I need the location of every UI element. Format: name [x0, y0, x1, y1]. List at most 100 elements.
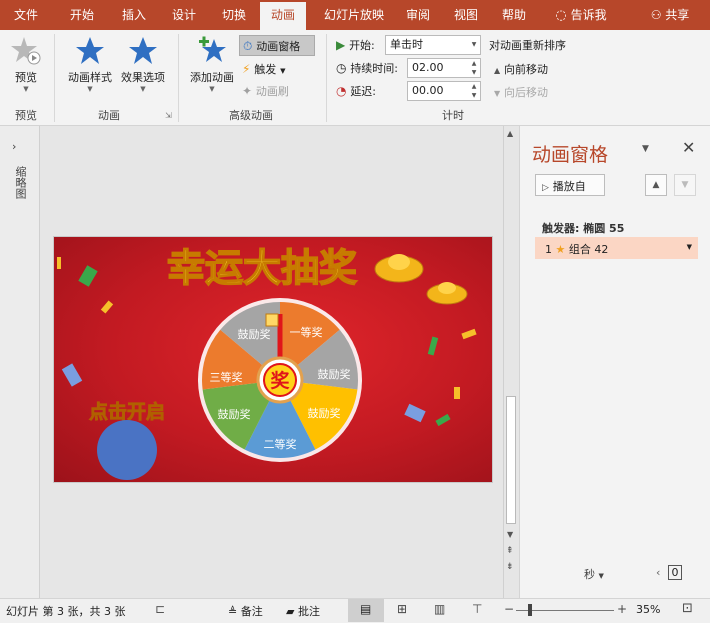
delay-label: ◔ 延迟: — [336, 83, 376, 99]
scroll-up-icon[interactable]: ▲ — [507, 129, 513, 138]
animation-pane-button[interactable]: ⏱ 动画窗格 — [239, 35, 315, 56]
zoom-in-icon[interactable]: + — [617, 602, 627, 616]
confetti-piece — [427, 336, 439, 356]
tell-me[interactable]: ◌ 告诉我 — [546, 0, 616, 30]
star-icon — [76, 37, 104, 64]
animation-painter-label: 动画刷 — [255, 85, 289, 98]
duration-label-text: 持续时间: — [350, 62, 399, 75]
trigger-lightning-icon — [265, 313, 279, 327]
move-up-icon[interactable]: ▲ — [645, 174, 667, 196]
animation-pane: 动画窗格 ▼ ✕ ▷ 播放自 ▲ ▼ 触发器: 椭圆 55 1 ★ 组合 42 … — [519, 126, 710, 598]
ribbon-tabs: 文件 开始 插入 设计 切换 动画 幻灯片放映 审阅 视图 帮助 ◌ 告诉我 ⚇… — [0, 0, 710, 30]
tab-animations[interactable]: 动画 — [260, 2, 306, 30]
chevron-down-icon[interactable]: ▼ — [687, 243, 692, 251]
move-later-button[interactable]: ▼ 向后移动 — [494, 84, 548, 100]
share-label: 共享 — [665, 8, 690, 22]
pane-options-icon[interactable]: ▼ — [642, 144, 649, 154]
chevron-down-icon: ▼ — [280, 67, 286, 75]
chevron-down-icon: ▼ — [87, 85, 93, 93]
scroll-thumb[interactable] — [506, 396, 516, 524]
triangle-down-icon: ▼ — [494, 89, 501, 98]
slide-canvas[interactable]: 一等奖 鼓励奖 鼓励奖 二等奖 鼓励奖 三等奖 鼓励奖 奖 幸运大抽奖 点击开启 — [53, 236, 493, 483]
confetti-piece — [61, 363, 83, 387]
chevron-down-icon: ▼ — [471, 41, 477, 48]
tab-slideshow[interactable]: 幻灯片放映 — [312, 0, 396, 30]
accessibility-icon[interactable]: ⊏ — [155, 602, 165, 616]
thumbnail-collapsed-panel: › 缩略图 — [0, 126, 40, 598]
share-button[interactable]: ⚇ 共享 — [640, 0, 700, 30]
confetti-piece — [461, 328, 477, 340]
tab-view[interactable]: 视图 — [446, 0, 486, 30]
group-label-timing: 计时 — [442, 109, 464, 122]
previous-slide-icon[interactable]: ⇞ — [506, 546, 514, 556]
slideshow-icon[interactable]: ⊤ — [472, 602, 482, 616]
add-animation-button[interactable]: 添加动画 ▼ — [186, 34, 238, 93]
tab-insert[interactable]: 插入 — [112, 0, 156, 30]
expand-thumbnails-icon[interactable]: › — [12, 140, 16, 153]
reading-view-icon[interactable]: ▥ — [434, 602, 445, 616]
chevron-down-icon: ▼ — [209, 85, 215, 93]
duration-label: ◷ 持续时间: — [336, 60, 398, 76]
segment-label: 鼓励奖 — [308, 406, 341, 420]
tab-transitions[interactable]: 切换 — [212, 0, 256, 30]
animation-styles-button[interactable]: 动画样式 ▼ — [64, 36, 116, 93]
segment-label: 鼓励奖 — [218, 407, 251, 421]
spinner-icon[interactable]: ▲ ▼ — [468, 59, 480, 77]
lightning-icon: ⚡ — [242, 62, 251, 76]
effect-options-button[interactable]: 效果选项 ▼ — [116, 36, 170, 93]
confetti-piece — [78, 265, 98, 287]
delay-input[interactable]: 00.00 ▲ ▼ — [407, 81, 481, 101]
separator — [326, 34, 327, 122]
delay-value: 00.00 — [412, 84, 444, 97]
seconds-dropdown[interactable]: 秒 ▼ — [584, 566, 604, 582]
confetti-piece — [100, 300, 114, 314]
trigger-button[interactable]: ⚡ 触发 ▼ — [242, 61, 285, 77]
tab-help[interactable]: 帮助 — [494, 0, 534, 30]
notes-button[interactable]: ≜ 备注 — [228, 603, 263, 619]
play-icon: ▶ — [336, 38, 346, 52]
normal-view-button[interactable]: ▤ — [348, 599, 384, 622]
next-slide-icon[interactable]: ⇟ — [506, 562, 514, 572]
move-down-icon[interactable]: ▼ — [674, 174, 696, 196]
play-from-button[interactable]: ▷ 播放自 — [535, 174, 605, 196]
add-star-icon — [199, 36, 226, 62]
start-circle-button[interactable] — [97, 420, 157, 480]
scroll-down-icon[interactable]: ▼ — [507, 530, 513, 539]
comments-button[interactable]: ▰ 批注 — [286, 603, 320, 619]
ribbon: 预览 ▼ 预览 动画样式 ▼ 效果选项 ▼ 动画 ⇲ 添加动画 ▼ ⏱ 动画窗格… — [0, 30, 710, 126]
tab-home[interactable]: 开始 — [60, 0, 104, 30]
timeline-left-icon[interactable]: ‹ — [656, 566, 660, 579]
duration-value: 02.00 — [412, 61, 444, 74]
gold-ingot-top — [388, 254, 410, 270]
thumbnails-label[interactable]: 缩略图 — [12, 166, 28, 199]
person-icon: ⚇ — [650, 8, 662, 22]
slide-vertical-scrollbar[interactable]: ▲ ▼ ⇞ ⇟ — [503, 126, 518, 598]
gold-ingot-top — [438, 282, 456, 294]
zoom-level[interactable]: 35% — [636, 603, 660, 616]
preview-button[interactable]: 预览 ▼ — [8, 34, 44, 93]
delay-clock-icon: ◔ — [336, 84, 347, 98]
item-label: 组合 42 — [568, 243, 609, 256]
tab-file[interactable]: 文件 — [6, 0, 46, 30]
slide-title: 幸运大抽奖 — [167, 246, 357, 290]
close-icon[interactable]: ✕ — [682, 138, 695, 157]
slide-sorter-icon[interactable]: ⊞ — [397, 602, 407, 616]
spinner-icon[interactable]: ▲ ▼ — [468, 82, 480, 100]
zoom-slider-thumb[interactable] — [528, 604, 532, 616]
dialog-launcher-icon[interactable]: ⇲ — [165, 111, 172, 120]
duration-input[interactable]: 02.00 ▲ ▼ — [407, 58, 481, 78]
zoom-out-icon[interactable]: − — [504, 602, 514, 616]
start-select[interactable]: 单击时 ▼ — [385, 35, 481, 55]
animation-list-item[interactable]: 1 ★ 组合 42 ▼ — [535, 237, 698, 259]
segment-label: 一等奖 — [290, 325, 323, 339]
move-earlier-button[interactable]: ▲ 向前移动 — [494, 61, 548, 77]
animation-painter-button[interactable]: ✦ 动画刷 — [242, 83, 289, 99]
tab-design[interactable]: 设计 — [162, 0, 206, 30]
segment-label: 二等奖 — [264, 437, 297, 451]
click-start-text: 点击开启 — [89, 400, 165, 423]
fit-to-window-icon[interactable]: ⊡ — [682, 601, 693, 616]
star-effect-icon: ★ — [555, 243, 566, 256]
tab-review[interactable]: 审阅 — [398, 0, 438, 30]
timeline-zoom-box[interactable]: 0 — [668, 565, 682, 580]
play-from-label: 播放自 — [552, 180, 586, 193]
